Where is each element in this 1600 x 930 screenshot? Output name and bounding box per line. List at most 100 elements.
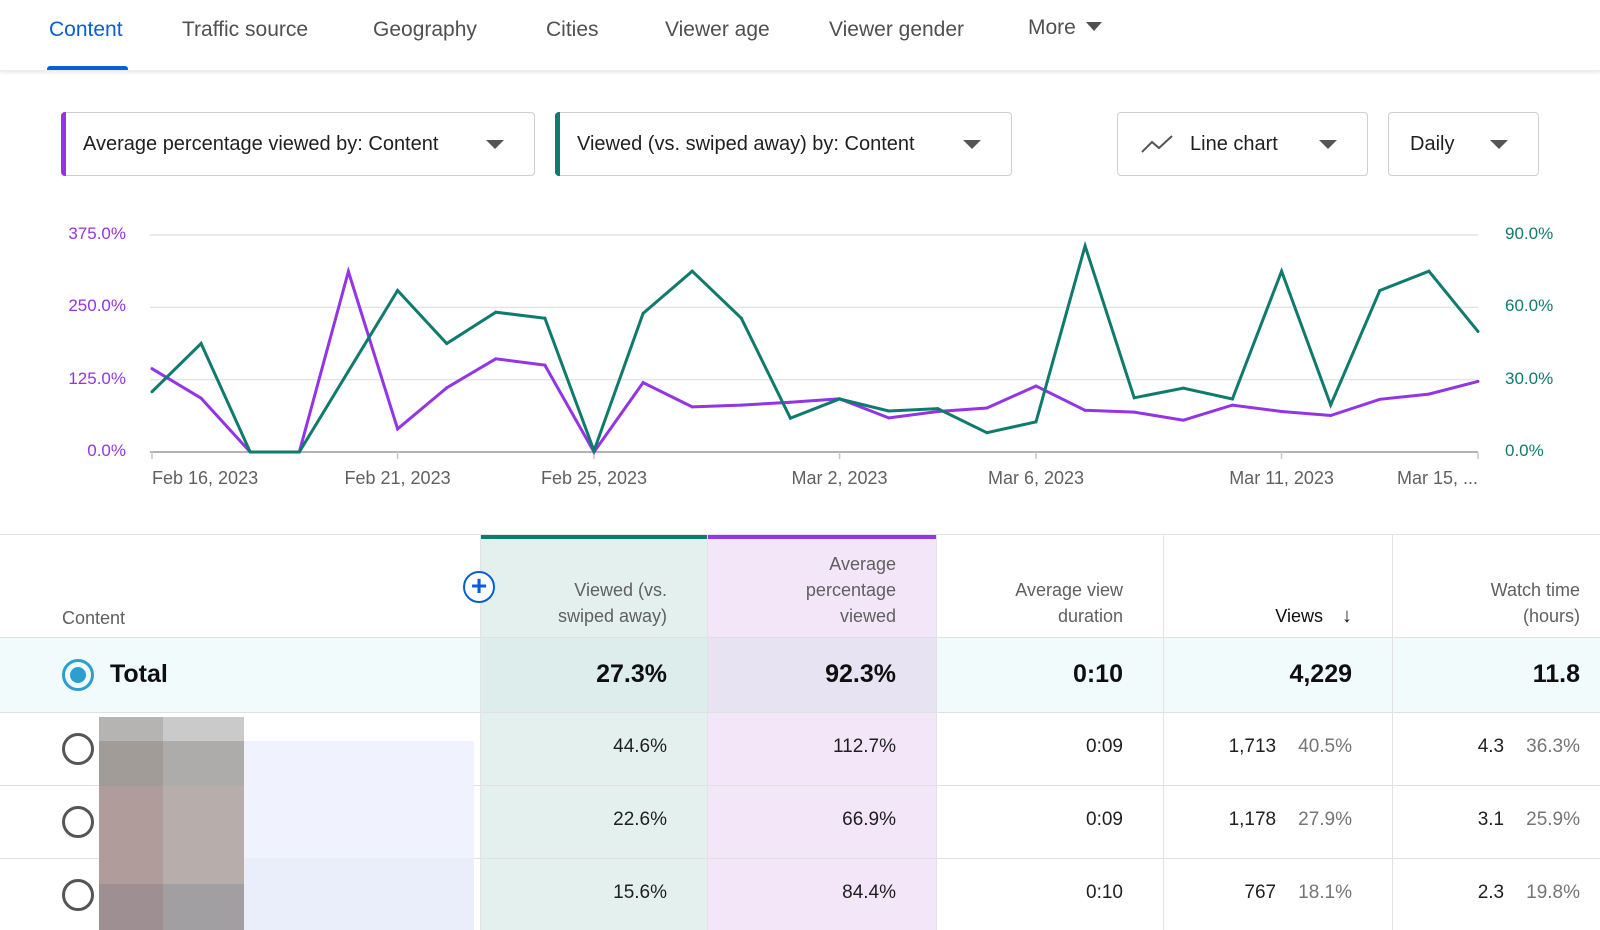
data-point[interactable]	[494, 310, 498, 314]
data-point[interactable]	[985, 406, 989, 410]
header-content[interactable]: Content	[62, 605, 125, 707]
data-point[interactable]	[936, 407, 940, 411]
metric-2-label: Viewed (vs. swiped away) by: Content	[577, 132, 915, 155]
data-point[interactable]	[445, 342, 449, 345]
data-point[interactable]	[1329, 403, 1333, 407]
data-point[interactable]	[346, 369, 350, 373]
data-point[interactable]	[494, 357, 498, 361]
data-point[interactable]	[641, 311, 645, 315]
row-3-avg-pct: 84.4%	[842, 882, 896, 903]
dropdown-arrow-icon	[486, 140, 504, 149]
chart-type-dropdown[interactable]: Line chart	[1117, 112, 1368, 176]
data-point[interactable]	[1427, 269, 1431, 273]
metric-1-color-accent	[61, 112, 66, 176]
data-point[interactable]	[690, 269, 694, 273]
metric-2-dropdown[interactable]: Viewed (vs. swiped away) by: Content	[555, 112, 1012, 176]
data-point[interactable]	[445, 386, 449, 390]
row-1-radio[interactable]	[62, 733, 94, 765]
data-point[interactable]	[788, 400, 792, 404]
tab-more-label: More	[1028, 16, 1076, 39]
data-point[interactable]	[1034, 384, 1038, 388]
header-avg-pct-line3: viewed	[839, 606, 896, 626]
data-point[interactable]	[543, 363, 547, 367]
metric-1-dropdown[interactable]: Average percentage viewed by: Content	[61, 112, 535, 176]
tab-traffic-source[interactable]: Traffic source	[182, 18, 308, 42]
data-point[interactable]	[1329, 414, 1333, 418]
data-point[interactable]	[1181, 418, 1185, 422]
data-point[interactable]	[346, 269, 350, 273]
tab-content[interactable]: Content	[49, 18, 123, 42]
data-point[interactable]	[150, 367, 154, 371]
data-point[interactable]	[739, 316, 743, 320]
data-point[interactable]	[936, 409, 940, 413]
data-point[interactable]	[887, 409, 891, 413]
data-point[interactable]	[1427, 392, 1431, 396]
tab-more[interactable]: More	[1028, 16, 1102, 40]
tab-viewer-age[interactable]: Viewer age	[665, 18, 770, 42]
data-point[interactable]	[1280, 269, 1284, 273]
data-point[interactable]	[248, 450, 252, 454]
data-point[interactable]	[1132, 396, 1136, 400]
data-point[interactable]	[1230, 397, 1234, 401]
data-point[interactable]	[1476, 379, 1480, 383]
data-point[interactable]	[1181, 386, 1185, 390]
data-point[interactable]	[297, 450, 301, 454]
header-avg-duration-line2: duration	[1057, 606, 1123, 626]
viewed-column-accent	[480, 535, 707, 539]
data-point[interactable]	[1378, 397, 1382, 401]
x-tick-label: Feb 25, 2023	[540, 468, 648, 488]
row-1-viewed: 44.6%	[613, 736, 667, 757]
total-radio[interactable]	[62, 659, 94, 691]
series-line-avg-percentage-viewed	[151, 266, 1479, 455]
header-viewed-line2: swiped away)	[557, 606, 667, 626]
row-2-viewed: 22.6%	[613, 809, 667, 830]
y-left-tick-label: 125.0%	[68, 368, 126, 388]
tab-geography[interactable]: Geography	[373, 18, 477, 42]
row-1-views-value: 1,713	[1228, 736, 1277, 757]
tab-bar: Content Traffic source Geography Cities …	[0, 0, 1600, 71]
data-point[interactable]	[1034, 420, 1038, 424]
data-point[interactable]	[396, 288, 400, 292]
data-point[interactable]	[396, 427, 400, 431]
data-point[interactable]	[248, 450, 252, 454]
data-point[interactable]	[297, 450, 301, 454]
dropdown-arrow-icon	[1319, 140, 1337, 149]
data-point[interactable]	[887, 416, 891, 420]
content-table: Content Viewed (vs. swiped away) Average…	[0, 534, 1600, 930]
data-point[interactable]	[592, 449, 596, 453]
data-point[interactable]	[150, 390, 154, 394]
tab-viewer-gender[interactable]: Viewer gender	[829, 18, 964, 42]
data-point[interactable]	[199, 342, 203, 345]
data-point[interactable]	[838, 397, 842, 401]
data-point[interactable]	[838, 397, 842, 401]
data-point[interactable]	[690, 405, 694, 409]
data-point[interactable]	[199, 396, 203, 400]
row-2-watch-value: 3.1	[1477, 809, 1505, 830]
data-point[interactable]	[788, 416, 792, 420]
row-1-views: 1,713 40.5%	[1163, 736, 1352, 758]
data-point[interactable]	[1476, 329, 1480, 333]
add-metric-button[interactable]: +	[463, 571, 495, 603]
tab-cities[interactable]: Cities	[546, 18, 599, 42]
data-point[interactable]	[1132, 410, 1136, 414]
data-point[interactable]	[985, 431, 989, 435]
row-2-views-pct: 27.9%	[1298, 809, 1352, 830]
total-viewed: 27.3%	[596, 660, 667, 688]
metric-2-color-accent	[555, 112, 560, 176]
data-point[interactable]	[592, 450, 596, 454]
header-views[interactable]: Views ↓	[1163, 603, 1392, 705]
data-point[interactable]	[1280, 409, 1284, 413]
row-3-radio[interactable]	[62, 879, 94, 911]
data-point[interactable]	[641, 381, 645, 385]
data-point[interactable]	[1083, 244, 1087, 248]
y-left-tick-label: 250.0%	[68, 296, 126, 316]
data-point[interactable]	[1083, 408, 1087, 412]
data-point[interactable]	[1378, 288, 1382, 292]
data-point[interactable]	[739, 403, 743, 407]
data-point[interactable]	[543, 316, 547, 320]
data-point[interactable]	[1230, 403, 1234, 407]
header-avg-pct[interactable]: Average percentage viewed	[707, 551, 936, 653]
dropdown-arrow-icon	[963, 140, 981, 149]
row-2-radio[interactable]	[62, 806, 94, 838]
interval-dropdown[interactable]: Daily	[1388, 112, 1539, 176]
